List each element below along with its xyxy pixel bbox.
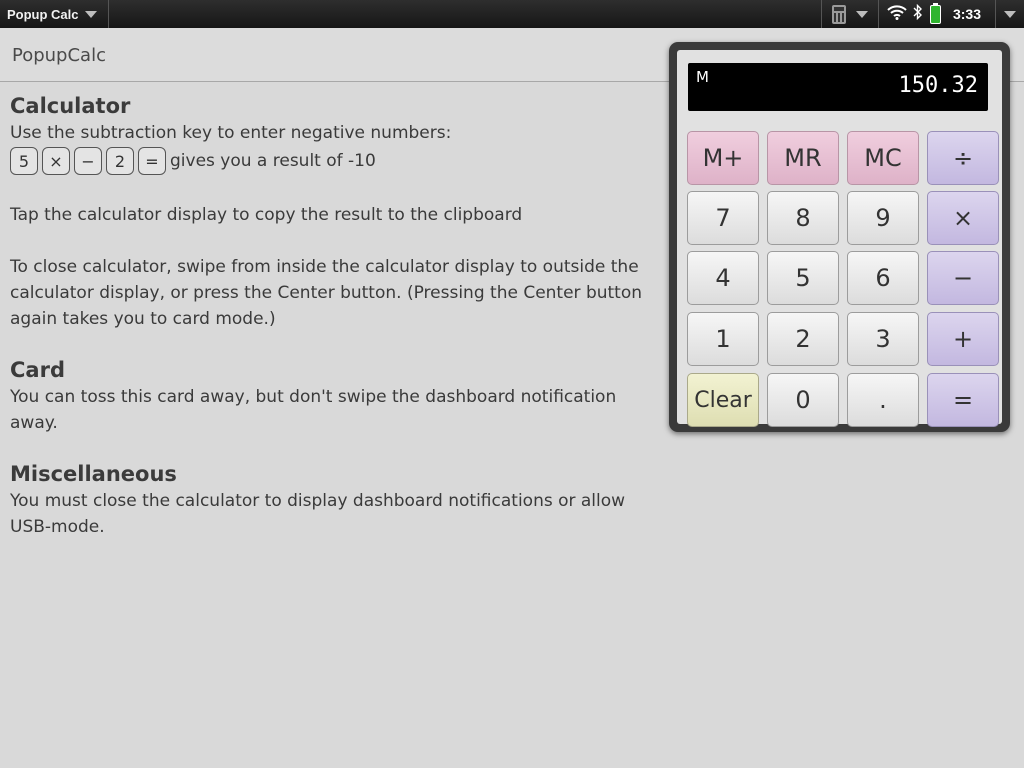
example-result-text: gives you a result of -10 <box>170 151 376 171</box>
digit-8-button[interactable]: 8 <box>767 191 839 245</box>
digit-4-button[interactable]: 4 <box>687 251 759 305</box>
example-key: 5 <box>10 147 38 175</box>
digit-0-button[interactable]: 0 <box>767 373 839 427</box>
add-button[interactable]: + <box>927 312 999 366</box>
copy-tip-text: Tap the calculator display to copy the r… <box>10 205 523 225</box>
digit-6-button[interactable]: 6 <box>847 251 919 305</box>
section-misc: Miscellaneous You must close the calcula… <box>10 462 660 540</box>
divider <box>820 0 822 28</box>
intro-text: Use the subtraction key to enter negativ… <box>10 123 452 143</box>
memory-add-button[interactable]: M+ <box>687 131 759 185</box>
status-bar: Popup Calc 3:33 <box>0 0 1024 28</box>
section-card: Card You can toss this card away, but do… <box>10 358 660 436</box>
divider <box>877 0 879 28</box>
chevron-down-icon <box>855 10 868 18</box>
digit-9-button[interactable]: 9 <box>847 191 919 245</box>
status-area[interactable]: 3:33 <box>820 0 1024 28</box>
section-title: Miscellaneous <box>10 462 177 486</box>
bluetooth-icon <box>913 3 923 24</box>
memory-recall-button[interactable]: MR <box>767 131 839 185</box>
digit-3-button[interactable]: 3 <box>847 312 919 366</box>
app-menu-title: Popup Calc <box>7 6 79 22</box>
close-tip-text: To close calculator, swipe from inside t… <box>10 257 643 329</box>
example-key: × <box>42 147 70 175</box>
wifi-icon <box>887 4 907 24</box>
memory-indicator: M <box>696 68 709 86</box>
page-title: PopupCalc <box>12 45 106 66</box>
clock: 3:33 <box>952 6 981 22</box>
example-key: − <box>74 147 102 175</box>
display-value: 150.32 <box>898 73 978 98</box>
calculator-popup: M 150.32 M+ MR MC ÷ 7 8 9 × 4 5 6 − 1 2 … <box>669 42 1010 432</box>
memory-clear-button[interactable]: MC <box>847 131 919 185</box>
example-key: 2 <box>106 147 134 175</box>
subtract-button[interactable]: − <box>927 251 999 305</box>
calculator-body: M 150.32 M+ MR MC ÷ 7 8 9 × 4 5 6 − 1 2 … <box>677 50 1002 427</box>
calculator-icon <box>831 4 846 24</box>
section-title: Card <box>10 358 65 382</box>
divider <box>995 0 996 28</box>
section-calculator: Calculator Use the subtraction key to en… <box>10 94 660 332</box>
divide-button[interactable]: ÷ <box>927 131 999 185</box>
digit-1-button[interactable]: 1 <box>687 312 759 366</box>
equals-button[interactable]: = <box>927 373 999 427</box>
chevron-down-icon <box>85 11 97 18</box>
multiply-button[interactable]: × <box>927 191 999 245</box>
app-menu[interactable]: Popup Calc <box>0 0 109 28</box>
digit-5-button[interactable]: 5 <box>767 251 839 305</box>
keypad: M+ MR MC ÷ 7 8 9 × 4 5 6 − 1 2 3 + Clear… <box>681 123 999 427</box>
chevron-down-icon <box>1004 10 1016 18</box>
digit-2-button[interactable]: 2 <box>767 312 839 366</box>
help-content: Calculator Use the subtraction key to en… <box>10 94 660 566</box>
example-key-sequence: 5 × − 2 = gives you a result of -10 <box>10 146 660 176</box>
example-key: = <box>138 147 166 175</box>
card-text: You can toss this card away, but don't s… <box>10 387 617 433</box>
digit-7-button[interactable]: 7 <box>687 191 759 245</box>
clear-button[interactable]: Clear <box>687 373 759 427</box>
battery-charging-icon <box>929 2 941 24</box>
decimal-button[interactable]: . <box>847 373 919 427</box>
calculator-display[interactable]: M 150.32 <box>688 63 988 111</box>
section-title: Calculator <box>10 94 131 118</box>
misc-text: You must close the calculator to display… <box>10 491 626 537</box>
